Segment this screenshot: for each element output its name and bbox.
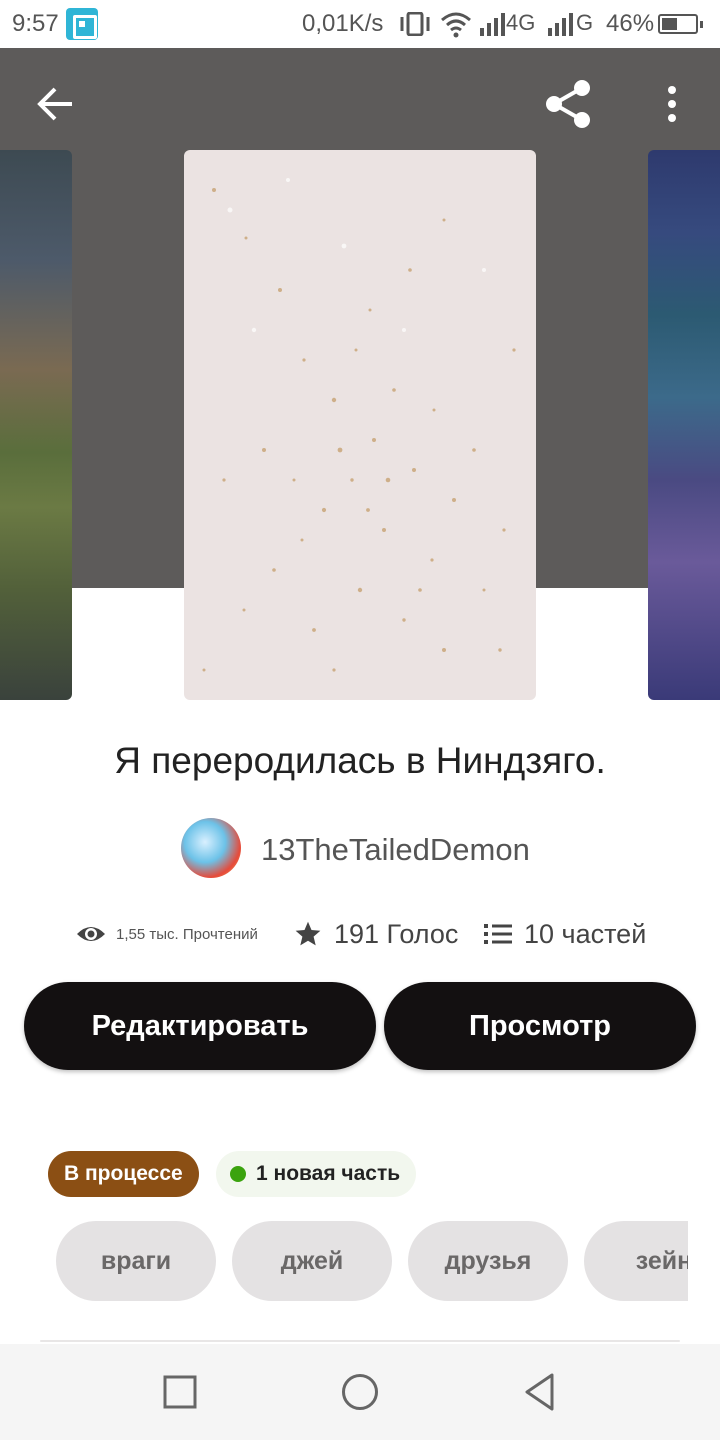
cover-glitter-image xyxy=(202,178,516,672)
star-icon xyxy=(295,921,321,946)
story-title: Я переродилась в Ниндзяго. xyxy=(114,740,606,781)
new-part-badge: 1 новая часть xyxy=(216,1151,417,1197)
view-button[interactable]: Просмотр xyxy=(384,982,696,1070)
new-part-label: 1 новая часть xyxy=(256,1162,401,1185)
story-cover[interactable] xyxy=(184,150,536,700)
story-stats: 1,55 тыс. Прочтений 191 Голос 10 частей xyxy=(0,912,720,956)
system-nav-bar xyxy=(0,1344,720,1440)
home-button[interactable] xyxy=(330,1364,390,1420)
status-bar: 9:57 0,01K/s 4G G 46% xyxy=(0,0,720,48)
back-button[interactable] xyxy=(20,78,92,130)
reads-stat: 1,55 тыс. Прочтений xyxy=(76,912,258,956)
signal-icon xyxy=(480,13,505,36)
share-icon xyxy=(546,80,590,128)
eye-icon xyxy=(77,927,105,941)
tag-chip[interactable]: джей xyxy=(232,1221,392,1301)
triangle-back-icon xyxy=(525,1373,554,1411)
share-button[interactable] xyxy=(534,74,602,134)
more-options-button[interactable] xyxy=(646,74,698,134)
more-vertical-icon xyxy=(668,86,676,122)
signal-icon xyxy=(548,13,573,36)
square-icon xyxy=(163,1375,197,1409)
parts-count: 10 частей xyxy=(524,918,647,949)
edit-button[interactable]: Редактировать xyxy=(24,982,376,1070)
arrow-left-icon xyxy=(37,87,72,121)
screenshot-app-icon xyxy=(66,8,98,40)
author-name[interactable]: 13TheTailedDemon xyxy=(261,832,530,868)
vibrate-icon xyxy=(400,12,430,36)
tag-chip[interactable]: зейн xyxy=(584,1221,688,1301)
network-speed: 0,01K/s xyxy=(302,10,384,37)
system-back-button[interactable] xyxy=(510,1364,570,1420)
tag-list: враги джей друзья зейн xyxy=(0,1221,688,1301)
new-indicator-dot xyxy=(230,1166,246,1182)
circle-icon xyxy=(342,1374,378,1410)
votes-count: 191 Голос xyxy=(334,918,459,949)
tag-chip[interactable]: враги xyxy=(56,1221,216,1301)
battery-fill xyxy=(662,18,677,30)
wifi-icon xyxy=(441,12,471,38)
parts-stat: 10 частей xyxy=(484,912,646,956)
next-story-cover[interactable] xyxy=(648,150,720,700)
previous-story-cover[interactable] xyxy=(0,150,72,700)
author-avatar[interactable] xyxy=(181,818,241,878)
battery-percent: 46% xyxy=(606,10,655,37)
network-type-2: G xyxy=(576,10,594,35)
recent-apps-button[interactable] xyxy=(150,1364,210,1420)
status-time: 9:57 xyxy=(12,10,59,37)
reads-count: 1,55 тыс. Прочтений xyxy=(116,925,258,943)
votes-stat: 191 Голос xyxy=(294,912,458,956)
network-type-1: 4G xyxy=(506,10,536,35)
battery-icon xyxy=(658,14,703,34)
divider xyxy=(40,1340,680,1342)
status-badge: В процессе xyxy=(48,1151,199,1197)
tag-chip[interactable]: друзья xyxy=(408,1221,568,1301)
list-icon xyxy=(484,924,512,944)
